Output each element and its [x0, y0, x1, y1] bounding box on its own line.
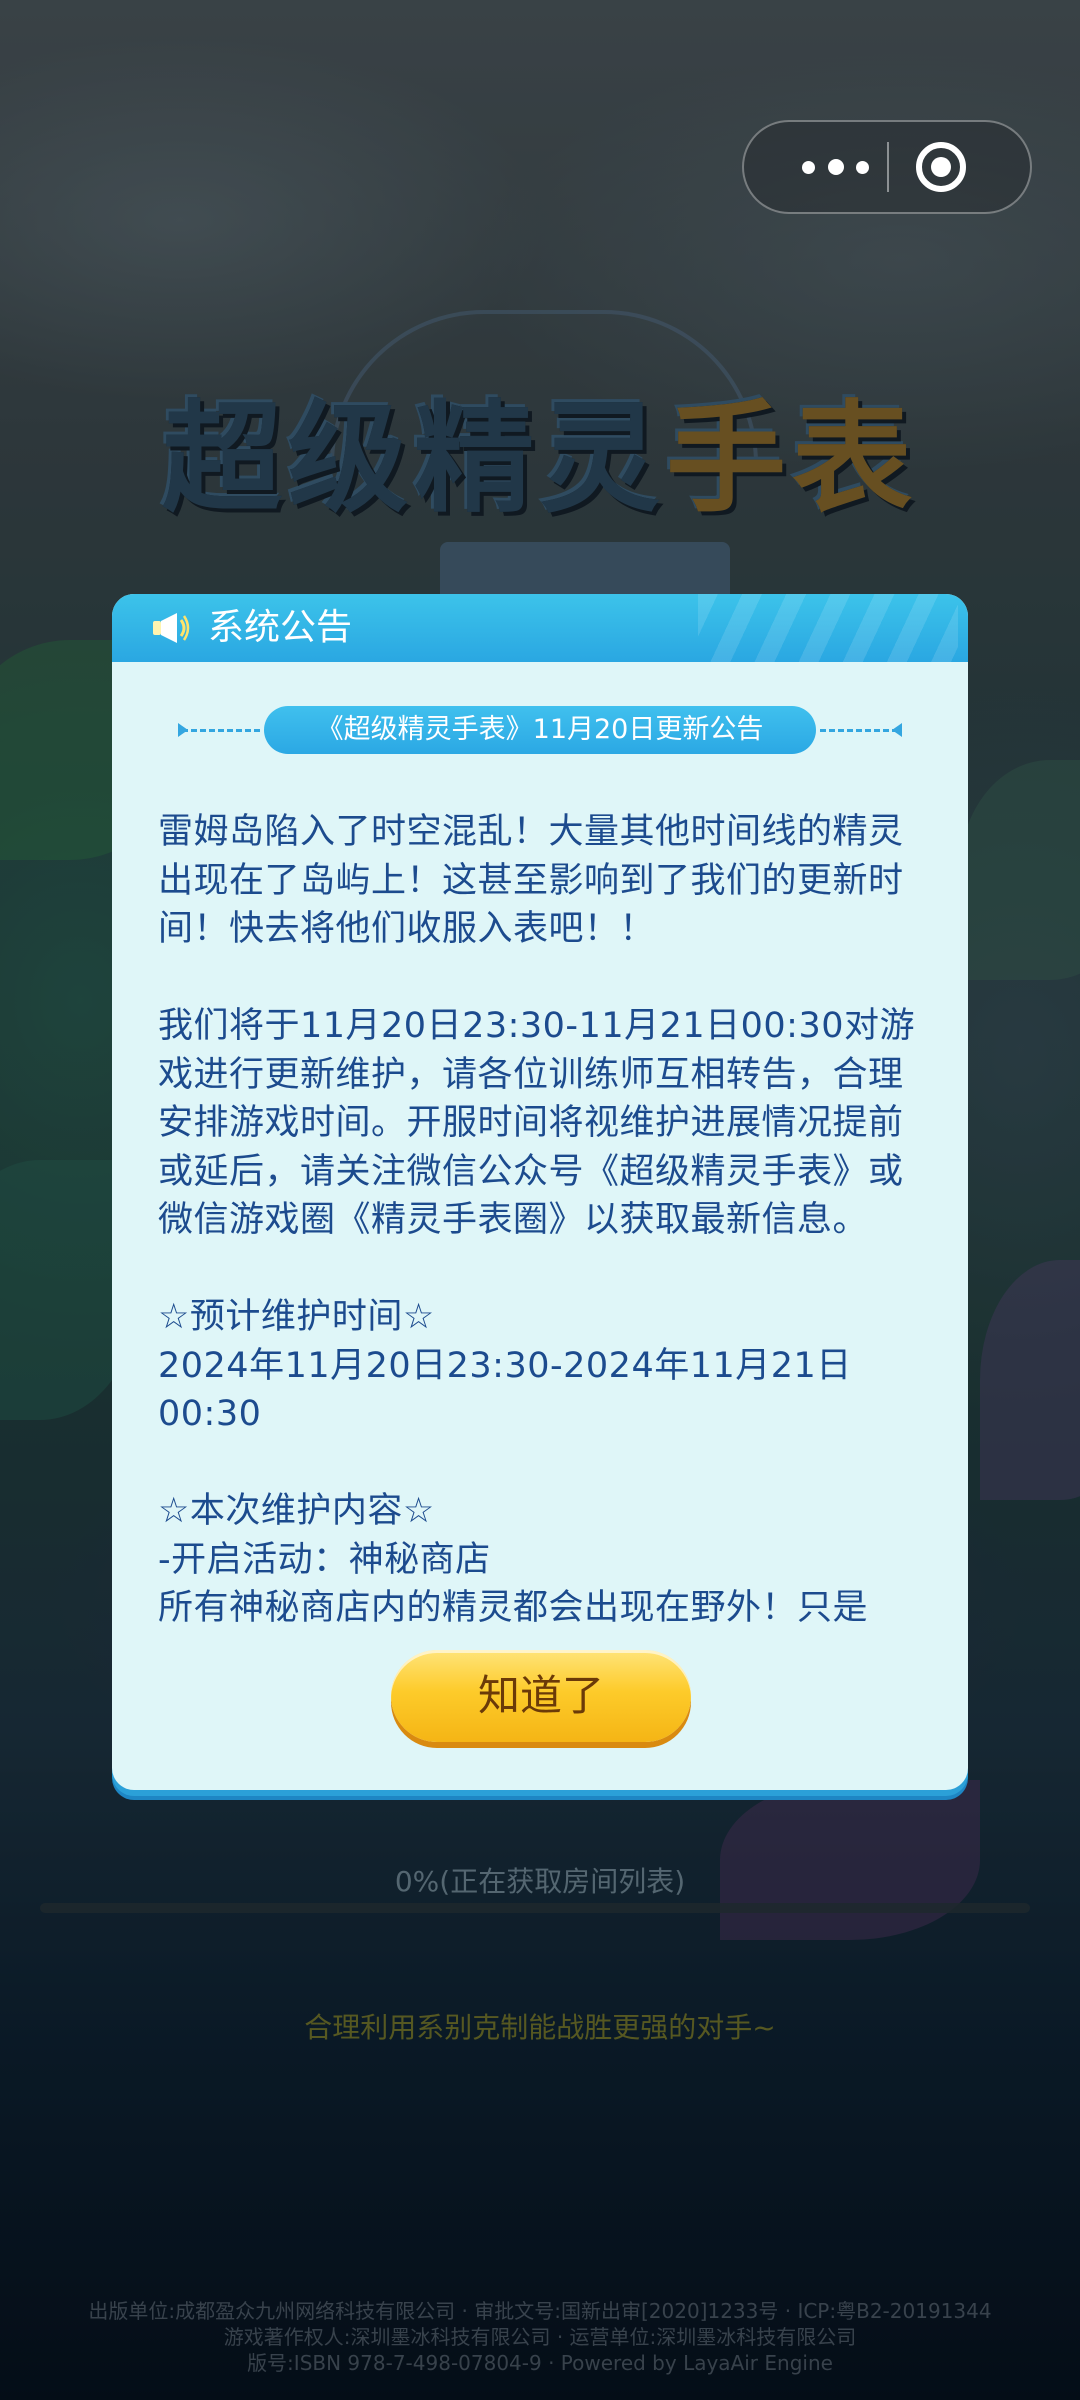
capsule-divider	[887, 142, 889, 192]
confirm-button[interactable]: 知道了	[391, 1650, 691, 1742]
loading-status: 0%(正在获取房间列表)	[394, 1865, 686, 1898]
megaphone-icon	[153, 613, 190, 643]
dialog-header: 系统公告	[112, 594, 968, 662]
more-dots-icon[interactable]	[784, 122, 894, 212]
announcement-subtitle: 《超级精灵手表》11月20日更新公告	[264, 706, 816, 754]
subtitle-arrow-right	[892, 723, 902, 737]
loading-progress-bar	[40, 1903, 1030, 1913]
announcement-paragraph: 雷姆岛陷入了时空混乱！大量其他时间线的精灵出现在了岛屿上！这甚至影响到了我们的更…	[158, 812, 904, 949]
maintenance-content: ☆本次维护内容☆ -开启活动：神秘商店 所有神秘商店内的精灵都会出现在野外！只是	[158, 1491, 869, 1628]
footer-line: 版号:ISBN 978-7-498-07804-9 · Powered by L…	[247, 2351, 833, 2375]
dialog-title: 系统公告	[208, 607, 353, 648]
header-decoration	[698, 594, 958, 662]
footer-line: 游戏著作权人:深圳墨冰科技有限公司 · 运营单位:深圳墨冰科技有限公司	[223, 2325, 857, 2349]
announcement-scroll-area[interactable]: 雷姆岛陷入了时空混乱！大量其他时间线的精灵出现在了岛屿上！这甚至影响到了我们的更…	[158, 808, 938, 1642]
copyright-footer: 出版单位:成都盈众九州网络科技有限公司 · 审批文号:国新出审[2020]123…	[0, 2298, 1080, 2376]
announcement-dialog: 系统公告 《超级精灵手表》11月20日更新公告 雷姆岛陷入了时空混乱！大量其他时…	[112, 594, 968, 1790]
footer-line: 出版单位:成都盈众九州网络科技有限公司 · 审批文号:国新出审[2020]123…	[88, 2299, 992, 2323]
subtitle-row: 《超级精灵手表》11月20日更新公告	[112, 706, 968, 754]
subtitle-dash-left	[182, 729, 260, 732]
miniprogram-capsule	[742, 120, 1032, 214]
maintenance-time: ☆预计维护时间☆ 2024年11月20日23:30-2024年11月21日00:…	[158, 1297, 852, 1434]
subtitle-dash-right	[820, 729, 898, 732]
target-close-icon[interactable]	[916, 142, 966, 192]
loading-tip: 合理利用系别克制能战胜更强的对手~	[304, 2011, 776, 2044]
announcement-paragraph: 我们将于11月20日23:30-11月21日00:30对游戏进行更新维护，请各位…	[158, 1006, 916, 1240]
